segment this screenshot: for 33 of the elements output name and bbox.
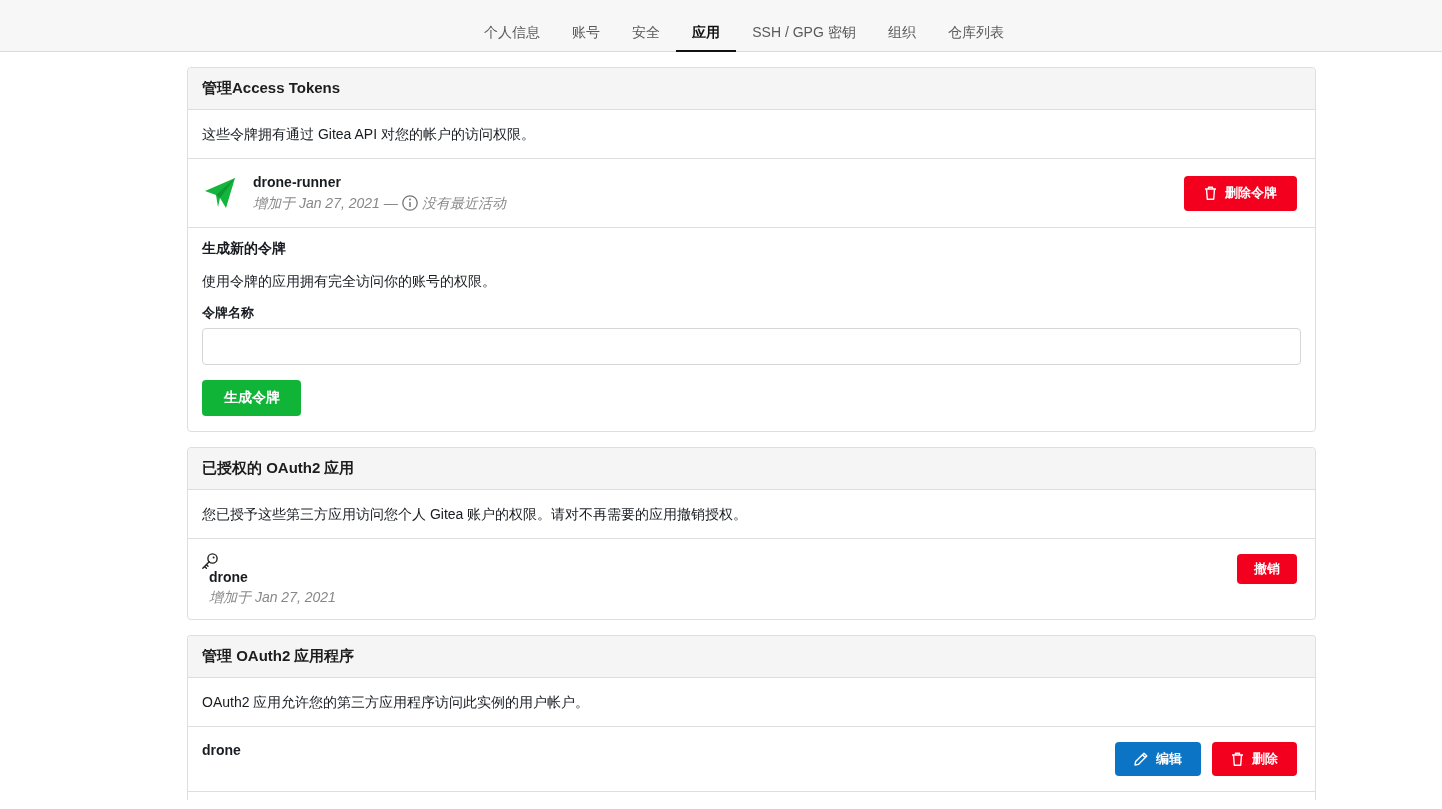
trash-icon — [1231, 752, 1244, 766]
delete-token-button[interactable]: 删除令牌 — [1184, 175, 1297, 211]
section-description: 使用令牌的应用拥有完全访问你的账号的权限。 — [202, 272, 497, 291]
trash-icon — [1204, 186, 1217, 200]
app-name: drone — [209, 568, 249, 586]
token-added-date: 增加于 Jan 27, 2021 — — [253, 194, 398, 213]
edit-button[interactable]: 编辑 — [1115, 742, 1201, 776]
card-description: 这些令牌拥有通过 Gitea API 对您的帐户的访问权限。 — [202, 126, 535, 142]
nav-tab[interactable]: 应用 — [676, 13, 737, 52]
pencil-icon — [1134, 752, 1148, 766]
key-icon — [202, 553, 218, 569]
nav-tab[interactable]: 账号 — [556, 13, 617, 52]
card-title: 管理Access Tokens — [202, 79, 341, 98]
section-heading: 生成新的令牌 — [202, 239, 287, 258]
app-name: drone — [202, 742, 241, 758]
nav-tab[interactable]: 仓库列表 — [931, 13, 1020, 52]
nav-tab[interactable]: 安全 — [616, 13, 677, 52]
nav-tab[interactable]: 组织 — [871, 13, 932, 52]
card-title: 管理 OAuth2 应用程序 — [202, 647, 355, 666]
paper-plane-icon — [205, 178, 235, 208]
app-added-date: 增加于 Jan 27, 2021 — [209, 588, 336, 607]
card-description: OAuth2 应用允许您的第三方应用程序访问此实例的用户帐户。 — [202, 694, 590, 710]
delete-button[interactable]: 删除 — [1212, 742, 1297, 776]
nav-tab[interactable]: 个人信息 — [468, 13, 557, 52]
info-icon — [401, 195, 418, 211]
token-activity: 没有最近活动 — [421, 194, 506, 213]
card-title: 已授权的 OAuth2 应用 — [202, 459, 355, 478]
field-label: 令牌名称 — [202, 304, 255, 322]
token-name-field[interactable] — [202, 328, 1301, 365]
card-description: 您已授予这些第三方应用访问您个人 Gitea 账户的权限。请对不再需要的应用撤销授权。 — [202, 506, 748, 522]
revoke-button[interactable]: 撤销 — [1237, 554, 1297, 584]
nav-tab[interactable]: SSH / GPG 密钥 — [736, 13, 872, 52]
token-name: drone-runner — [253, 173, 342, 192]
